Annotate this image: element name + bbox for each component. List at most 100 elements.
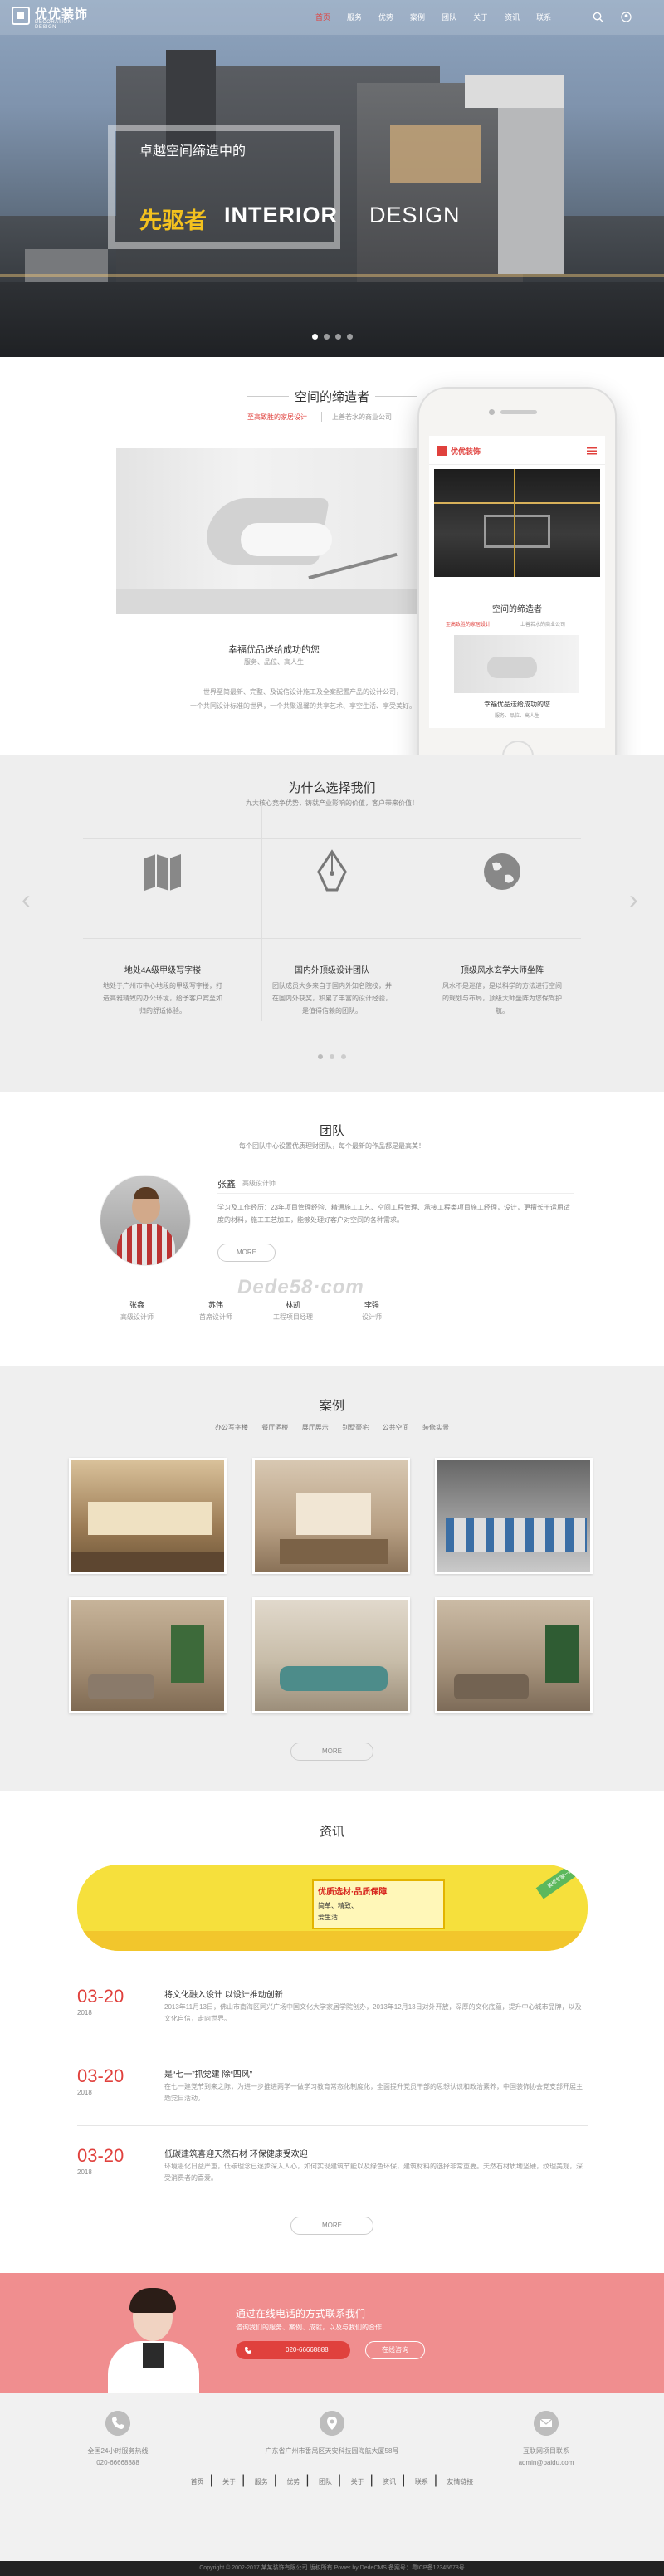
nav-about[interactable]: 关于 bbox=[473, 11, 488, 24]
team-member[interactable]: 李强 设计师 bbox=[330, 1299, 413, 1322]
nav-advantage[interactable]: 优势 bbox=[378, 11, 393, 24]
news-year: 2018 bbox=[77, 2009, 92, 2016]
case-image[interactable] bbox=[69, 1458, 227, 1574]
site-header: 优优装饰 DECORATION DESIGN 首页 服务 优势 案例 团队 关于… bbox=[0, 0, 664, 35]
news-year: 2018 bbox=[77, 2089, 92, 2096]
slider-dot[interactable] bbox=[347, 334, 353, 340]
hero-title-en-light: DESIGN bbox=[369, 203, 461, 227]
team-member[interactable]: 张鑫 高级设计师 bbox=[95, 1299, 178, 1322]
logo[interactable]: 优优装饰 DECORATION DESIGN bbox=[12, 5, 95, 30]
online-consult-button[interactable]: 在线咨询 bbox=[365, 2341, 425, 2359]
footer-link[interactable]: 友情链接 bbox=[447, 2478, 473, 2486]
about-image bbox=[116, 448, 432, 614]
phone-camera bbox=[489, 409, 495, 415]
location-icon bbox=[320, 2411, 344, 2436]
phone-tab-home[interactable]: 至高致胜的家居设计 bbox=[446, 620, 491, 628]
logo-subtext: DECORATION DESIGN bbox=[35, 20, 72, 30]
footer-link[interactable]: 联系 bbox=[415, 2478, 428, 2486]
phone-icon bbox=[245, 2347, 251, 2354]
team-member-name: 林凯 bbox=[285, 1301, 300, 1309]
hero-subtitle: 卓越空间缔造中的 bbox=[139, 144, 247, 159]
menu-icon[interactable] bbox=[587, 446, 597, 456]
news-item-title[interactable]: 将文化融入设计 以设计推动创新 bbox=[164, 1987, 283, 2000]
about-tab-business[interactable]: 上善若水的商业公司 bbox=[332, 413, 392, 422]
cases-more-button[interactable]: MORE bbox=[290, 1743, 374, 1761]
why-item-desc: 团队成员大多来自于国内外知名院校，并在国内外获奖，积累了丰富的设计经验，是值得信… bbox=[272, 982, 392, 1014]
team-lead-role: 高级设计师 bbox=[242, 1180, 276, 1187]
nav-cases[interactable]: 案例 bbox=[410, 11, 425, 24]
footer-link[interactable]: 关于 bbox=[222, 2478, 236, 2486]
team-title: 团队 bbox=[319, 1124, 344, 1138]
mail-icon bbox=[534, 2411, 559, 2436]
phone-title: 空间的缔造者 bbox=[492, 605, 542, 614]
phone-logo: 优优装饰 bbox=[451, 447, 481, 456]
main-nav: 首页 服务 优势 案例 团队 关于 资讯 联系 bbox=[315, 11, 568, 24]
divider bbox=[375, 396, 417, 397]
news-item-title[interactable]: 是“七一”抓党建 除“四风” bbox=[164, 2067, 252, 2080]
nav-home[interactable]: 首页 bbox=[315, 11, 330, 24]
carousel-dot[interactable] bbox=[318, 1054, 323, 1059]
slider-dot[interactable] bbox=[324, 334, 330, 340]
about-caption: 幸福优品送给成功的您 bbox=[228, 645, 320, 655]
carousel-dot[interactable] bbox=[330, 1054, 334, 1059]
nav-service[interactable]: 服务 bbox=[347, 11, 362, 24]
why-item-title: 顶级风水玄学大师坐阵 bbox=[461, 966, 544, 975]
phone-tab-business[interactable]: 上善若水的商业公司 bbox=[520, 620, 565, 628]
contact-phone-button[interactable]: 020-66668888 bbox=[236, 2341, 350, 2359]
next-arrow-icon[interactable]: › bbox=[629, 884, 638, 915]
case-tab[interactable]: 餐厅酒楼 bbox=[261, 1424, 288, 1431]
team-more-button[interactable]: MORE bbox=[217, 1244, 276, 1262]
footer-link[interactable]: 首页 bbox=[191, 2478, 204, 2486]
footer-links: 首页 | 关于 | 服务 | 优势 | 团队 | 关于 | 资讯 | 联系 | 友情链接 bbox=[190, 2473, 474, 2487]
news-more-button[interactable]: MORE bbox=[290, 2217, 374, 2235]
case-image[interactable] bbox=[435, 1597, 593, 1713]
case-tab[interactable]: 装修实景 bbox=[422, 1424, 449, 1431]
about-caption-sub: 服务、品位、高人生 bbox=[244, 658, 304, 666]
user-icon[interactable] bbox=[621, 12, 632, 22]
logo-mark-icon bbox=[12, 7, 30, 25]
news-item-title[interactable]: 低碳建筑喜迎天然石材 环保健康受欢迎 bbox=[164, 2147, 308, 2159]
why-subtitle: 九大核心竞争优势，铸就产业影响的价值，客户带来价值！ bbox=[246, 799, 418, 807]
case-image[interactable] bbox=[69, 1597, 227, 1713]
case-image[interactable] bbox=[252, 1458, 410, 1574]
why-title: 为什么选择我们 bbox=[288, 781, 376, 795]
team-member-name: 张鑫 bbox=[129, 1301, 144, 1309]
phone-screen: 优优装饰 空间的缔造者 至高致胜的家居设计 上善若水的商业公司 幸福优品送给成功… bbox=[429, 436, 605, 728]
phone-logo-icon bbox=[437, 446, 447, 456]
case-tab[interactable]: 展厅展示 bbox=[302, 1424, 329, 1431]
about-tab-home[interactable]: 至高致胜的家居设计 bbox=[247, 413, 307, 422]
divider bbox=[77, 2125, 588, 2126]
news-date: 03-20 bbox=[77, 2065, 124, 2086]
case-image[interactable] bbox=[252, 1597, 410, 1713]
news-year: 2018 bbox=[77, 2168, 92, 2176]
team-lead-desc: 学习及工作经历：23年项目管理经验、精通施工工艺、空间工程管理、承接工程类项目施… bbox=[217, 1204, 570, 1224]
phone-icon bbox=[105, 2411, 130, 2436]
phone-about-image bbox=[454, 635, 579, 693]
case-image[interactable] bbox=[435, 1458, 593, 1574]
slider-dot[interactable] bbox=[335, 334, 341, 340]
footer-link[interactable]: 团队 bbox=[319, 2478, 332, 2486]
slider-dot[interactable] bbox=[312, 334, 318, 340]
prev-arrow-icon[interactable]: ‹ bbox=[22, 884, 31, 915]
case-tab[interactable]: 公共空间 bbox=[383, 1424, 409, 1431]
nav-news[interactable]: 资讯 bbox=[505, 11, 520, 24]
team-member[interactable]: 苏伟 首席设计师 bbox=[174, 1299, 257, 1322]
team-member-role: 设计师 bbox=[362, 1313, 382, 1321]
footer-link[interactable]: 关于 bbox=[351, 2478, 364, 2486]
footer-link[interactable]: 优势 bbox=[286, 2478, 300, 2486]
nav-team[interactable]: 团队 bbox=[442, 11, 456, 24]
footer-link[interactable]: 服务 bbox=[255, 2478, 268, 2486]
search-icon[interactable] bbox=[593, 12, 603, 22]
team-member[interactable]: 林凯 工程项目经理 bbox=[251, 1299, 334, 1322]
carousel-dot[interactable] bbox=[341, 1054, 346, 1059]
hero-banner: 卓越空间缔造中的 先驱者 INTERIOR DESIGN bbox=[0, 0, 664, 357]
case-tab[interactable]: 别墅豪宅 bbox=[342, 1424, 369, 1431]
nav-contact[interactable]: 联系 bbox=[536, 11, 551, 24]
copyright: Copyright © 2002-2017 某某装饰有限公司 版权所有 Powe… bbox=[0, 2561, 664, 2576]
news-date: 03-20 bbox=[77, 1986, 124, 2007]
footer-link[interactable]: 资讯 bbox=[383, 2478, 396, 2486]
news-banner-badge: 装修专家一站式服务 bbox=[535, 1865, 588, 1899]
footer-address: 广东省广州市番禺区天安科技园海航大厦58号 bbox=[265, 2447, 399, 2455]
case-tab[interactable]: 办公写字楼 bbox=[215, 1424, 248, 1431]
news-banner[interactable]: 优质选材·品质保障 简单、精致、 爱生活 装修专家一站式服务 bbox=[77, 1865, 588, 1951]
